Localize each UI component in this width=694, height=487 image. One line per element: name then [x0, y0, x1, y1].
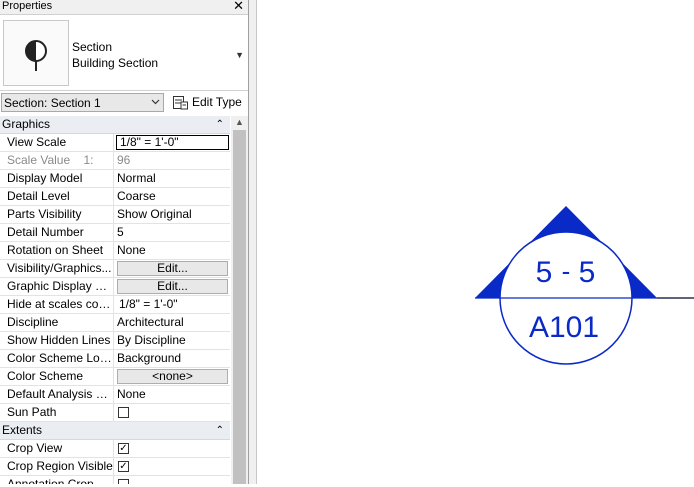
- property-name: Crop View: [0, 440, 114, 457]
- crop-region-visible-checkbox[interactable]: ✓: [118, 461, 129, 472]
- property-row-detail-number[interactable]: Detail Number 5: [0, 224, 230, 242]
- property-value: 96: [117, 153, 131, 167]
- property-row-parts-visibility[interactable]: Parts Visibility Show Original: [0, 206, 230, 224]
- type-name: Building Section: [72, 56, 159, 70]
- instance-row: Section: Section 1 Edit Type: [0, 92, 248, 114]
- edit-type-button[interactable]: Edit Type: [170, 93, 246, 112]
- detail-number-label: 5: [536, 256, 553, 289]
- property-value[interactable]: Background: [115, 350, 230, 367]
- palette-title: Properties: [2, 0, 53, 12]
- detail-number-label-right: 5: [579, 256, 596, 289]
- property-value[interactable]: None: [115, 386, 230, 403]
- property-name: View Scale: [0, 134, 114, 151]
- property-value[interactable]: None: [115, 242, 230, 259]
- detail-number-separator: -: [562, 256, 571, 286]
- property-name: Color Scheme: [0, 368, 114, 385]
- property-name: Sun Path: [0, 404, 114, 421]
- instance-filter-dropdown[interactable]: Section: Section 1: [1, 93, 164, 112]
- crop-view-checkbox[interactable]: ✓: [118, 443, 129, 454]
- edit-type-label: Edit Type: [192, 95, 242, 109]
- property-name: Annotation Crop: [0, 476, 114, 484]
- property-value[interactable]: By Discipline: [115, 332, 230, 349]
- group-label: Extents: [2, 423, 43, 437]
- property-name: Parts Visibility: [0, 206, 114, 223]
- type-family-name: Section: [72, 40, 113, 54]
- property-row-detail-level[interactable]: Detail Level Coarse: [0, 188, 230, 206]
- close-icon[interactable]: ✕: [233, 0, 244, 14]
- property-row-hide-at-scales[interactable]: Hide at scales coa... 1/8" = 1'-0": [0, 296, 230, 314]
- annotation-crop-checkbox[interactable]: [118, 479, 129, 484]
- property-name: Detail Level: [0, 188, 114, 205]
- property-row-color-scheme[interactable]: Color Scheme <none>: [0, 368, 230, 386]
- section-icon: [3, 20, 69, 86]
- property-name: Rotation on Sheet: [0, 242, 114, 259]
- collapse-caret-icon[interactable]: ⌃: [216, 116, 224, 133]
- property-name: Visibility/Graphics...: [0, 260, 114, 277]
- palette-splitter[interactable]: [249, 0, 257, 484]
- group-label: Graphics: [2, 117, 51, 131]
- property-name: Hide at scales coa...: [0, 296, 114, 313]
- property-row-sun-path[interactable]: Sun Path: [0, 404, 230, 422]
- property-name: Crop Region Visible: [0, 458, 114, 475]
- sun-path-checkbox[interactable]: [118, 407, 129, 418]
- scroll-up-icon[interactable]: ▲: [235, 117, 244, 127]
- group-extents[interactable]: Extents ⌃: [0, 422, 230, 440]
- property-row-scale-value: Scale Value 1: 96: [0, 152, 230, 170]
- visibility-graphics-edit-button[interactable]: Edit...: [117, 261, 228, 276]
- property-name: Default Analysis D...: [0, 386, 114, 403]
- property-row-show-hidden-lines[interactable]: Show Hidden Lines By Discipline: [0, 332, 230, 350]
- property-row-display-model[interactable]: Display Model Normal: [0, 170, 230, 188]
- property-value[interactable]: 5: [115, 224, 230, 241]
- property-row-discipline[interactable]: Discipline Architectural: [0, 314, 230, 332]
- property-row-color-scheme-location[interactable]: Color Scheme Loc... Background: [0, 350, 230, 368]
- property-row-visibility-graphics[interactable]: Visibility/Graphics... Edit...: [0, 260, 230, 278]
- palette-title-bar: Properties ✕: [0, 0, 248, 15]
- property-row-default-analysis[interactable]: Default Analysis D... None: [0, 386, 230, 404]
- section-head-symbol[interactable]: 5 - 5 A101: [257, 0, 694, 484]
- property-value[interactable]: Architectural: [115, 314, 230, 331]
- property-name: Scale Value 1:: [0, 152, 114, 169]
- property-name: Show Hidden Lines: [0, 332, 114, 349]
- properties-palette: Properties ✕ Section Building Section ▼ …: [0, 0, 249, 484]
- property-value[interactable]: Show Original: [115, 206, 230, 223]
- scrollbar-thumb[interactable]: [233, 130, 246, 484]
- property-row-view-scale[interactable]: View Scale 1/8" = 1'-0": [0, 134, 230, 152]
- color-scheme-button[interactable]: <none>: [117, 369, 228, 384]
- sheet-number-label: A101: [529, 311, 599, 344]
- property-row-rotation-on-sheet[interactable]: Rotation on Sheet None: [0, 242, 230, 260]
- collapse-caret-icon[interactable]: ⌃: [216, 422, 224, 439]
- property-name: Display Model: [0, 170, 114, 187]
- drawing-canvas[interactable]: 5 - 5 A101: [257, 0, 694, 484]
- graphic-display-edit-button[interactable]: Edit...: [117, 279, 228, 294]
- property-name: Graphic Display O...: [0, 278, 114, 295]
- group-graphics[interactable]: Graphics ⌃: [0, 116, 230, 134]
- property-value[interactable]: Coarse: [115, 188, 230, 205]
- view-scale-field[interactable]: 1/8" = 1'-0": [116, 135, 229, 150]
- property-row-crop-region-visible[interactable]: Crop Region Visible ✓: [0, 458, 230, 476]
- property-row-crop-view[interactable]: Crop View ✓: [0, 440, 230, 458]
- properties-scrollbar[interactable]: ▲: [231, 116, 248, 484]
- property-name: Color Scheme Loc...: [0, 350, 114, 367]
- edit-type-icon: [172, 94, 189, 114]
- property-name: Discipline: [0, 314, 114, 331]
- property-value[interactable]: Normal: [115, 170, 230, 187]
- property-row-graphic-display[interactable]: Graphic Display O... Edit...: [0, 278, 230, 296]
- type-selector[interactable]: Section Building Section ▼: [0, 16, 248, 91]
- chevron-down-icon: [151, 97, 160, 108]
- property-value[interactable]: 1/8" = 1'-0": [115, 296, 230, 313]
- properties-grid: Graphics ⌃ View Scale 1/8" = 1'-0" Scale…: [0, 116, 230, 484]
- instance-filter-value: Section: Section 1: [4, 96, 101, 110]
- property-name: Detail Number: [0, 224, 114, 241]
- type-dropdown-arrow-icon[interactable]: ▼: [235, 50, 244, 60]
- property-row-annotation-crop[interactable]: Annotation Crop: [0, 476, 230, 484]
